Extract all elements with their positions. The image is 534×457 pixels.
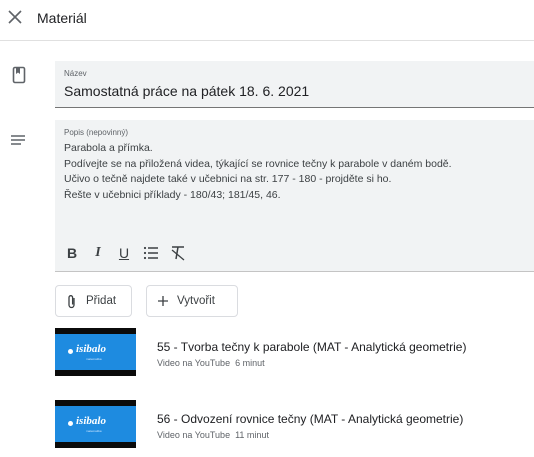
attachment-item[interactable]: isibalo matematika 55 - Tvorba tečny k p… [55, 328, 534, 376]
attachment-source: Video na YouTube [157, 430, 231, 440]
description-field[interactable]: Popis (nepovinný) Parabola a přímka. Pod… [55, 120, 534, 272]
bulleted-list-icon[interactable] [142, 242, 160, 264]
bookmark-icon [12, 66, 26, 84]
description-text[interactable]: Parabola a přímka. Podívejte se na přilo… [64, 141, 452, 203]
attachment-source: Video na YouTube [157, 358, 231, 368]
attachment-duration: 6 minut [235, 358, 265, 368]
thumbnail-band [55, 400, 136, 406]
thumbnail-dot [68, 349, 73, 354]
description-line: Podívejte se na přiložená videa, týkajíc… [64, 157, 452, 170]
italic-button[interactable]: I [91, 242, 105, 264]
attachment-meta: Video na YouTube 11 minut [157, 430, 269, 440]
description-line: Učivo o tečně najdete také v učebnici na… [64, 173, 392, 185]
description-line: Parabola a přímka. [64, 142, 153, 154]
add-button-label: Přidat [86, 295, 117, 307]
top-bar: Materiál [0, 0, 534, 41]
description-line: Řešte v učebnici příklady - 180/43; 181/… [64, 188, 281, 201]
attachment-title[interactable]: 55 - Tvorba tečny k parabole (MAT - Anal… [157, 340, 466, 354]
thumbnail-band [55, 328, 136, 334]
add-button[interactable]: Přidat [55, 285, 132, 317]
thumbnail-logo: isibalo [76, 343, 106, 355]
description-label: Popis (nepovinný) [64, 128, 129, 137]
title-field[interactable]: Název Samostatná práce na pátek 18. 6. 2… [55, 61, 534, 108]
create-button-label: Vytvořit [177, 295, 215, 307]
notes-icon [11, 135, 25, 145]
page-title: Materiál [37, 10, 87, 26]
thumbnail-band [55, 442, 136, 448]
formatting-toolbar: B I U [55, 242, 534, 264]
plus-icon [158, 296, 168, 306]
thumbnail-band [55, 370, 136, 376]
thumbnail-dot [68, 421, 73, 426]
thumbnail-logo: isibalo [76, 415, 106, 427]
video-thumbnail[interactable]: isibalo matematika [55, 400, 136, 448]
underline-button[interactable]: U [117, 242, 131, 264]
attach-icon [68, 294, 75, 308]
bold-button[interactable]: B [65, 242, 79, 264]
title-label: Název [64, 69, 87, 78]
thumbnail-subtitle: matematika [86, 357, 102, 361]
attachment-meta: Video na YouTube 6 minut [157, 358, 265, 368]
video-thumbnail[interactable]: isibalo matematika [55, 328, 136, 376]
create-button[interactable]: Vytvořit [146, 285, 238, 317]
title-input[interactable]: Samostatná práce na pátek 18. 6. 2021 [64, 83, 309, 99]
clear-format-icon[interactable] [169, 242, 187, 264]
close-icon[interactable] [6, 8, 24, 26]
attachment-title[interactable]: 56 - Odvození rovnice tečny (MAT - Analy… [157, 412, 463, 426]
attachment-item[interactable]: isibalo matematika 56 - Odvození rovnice… [55, 400, 534, 448]
thumbnail-subtitle: matematika [86, 429, 102, 433]
attachment-duration: 11 minut [235, 430, 269, 440]
